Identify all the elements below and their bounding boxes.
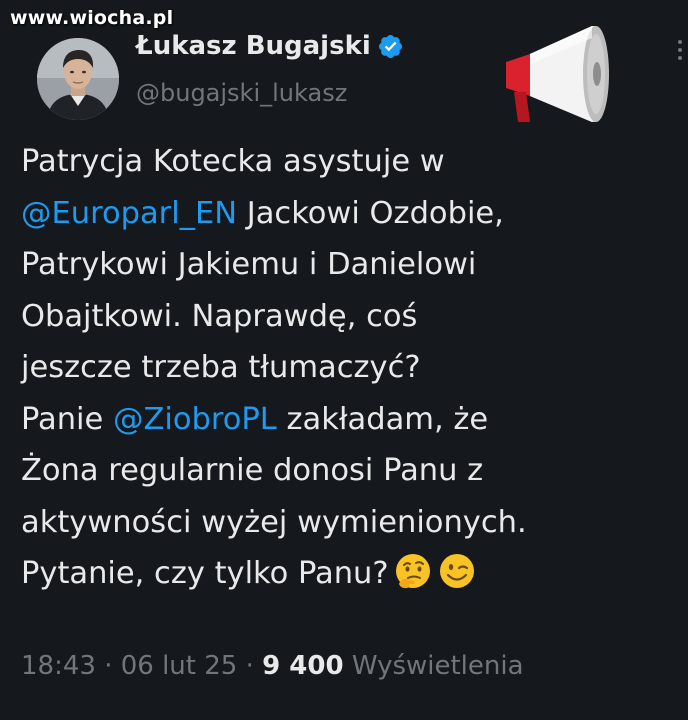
author-handle[interactable]: @bugajski_lukasz [136, 79, 347, 107]
more-options-icon[interactable] [678, 40, 682, 64]
tweet-time[interactable]: 18:43 [21, 651, 96, 681]
tweet-line: Panie @ZiobroPL zakładam, że [21, 394, 681, 446]
tweet-line: Patrycja Kotecka asystuje w [21, 136, 681, 188]
site-watermark: www.wiocha.pl [10, 7, 174, 29]
tweet-text-segment: Pytanie, czy tylko Panu? [21, 556, 389, 591]
tweet-line: @Europarl_EN Jackowi Ozdobie, [21, 188, 681, 240]
tweet-line: jeszcze trzeba tłumaczyć? [21, 342, 681, 394]
thinking-face-emoji [393, 551, 433, 591]
tweet-text: Patrycja Kotecka asystuje w @Europarl_EN… [21, 136, 681, 600]
views-label: Wyświetlenia [351, 651, 524, 681]
author-name-row[interactable]: Łukasz Bugajski [136, 31, 404, 61]
views-count: 9 400 [262, 651, 344, 681]
tweet-date[interactable]: 06 lut 25 [121, 651, 238, 681]
mention-link[interactable]: @Europarl_EN [21, 196, 237, 231]
tweet-text-segment: Obajtkowi. Naprawdę, coś [21, 298, 418, 334]
tweet-line: aktywności wyżej wymienionych. [21, 497, 681, 549]
verified-badge-icon [377, 33, 404, 60]
tweet-text-segment: jeszcze trzeba tłumaczyć? [21, 350, 421, 385]
tweet-line: Pytanie, czy tylko Panu? [21, 548, 681, 600]
tweet-text-segment: zakładam, że [276, 401, 489, 437]
author-display-name[interactable]: Łukasz Bugajski [136, 31, 371, 61]
meta-separator: · [95, 651, 121, 681]
tweet-line: Żona regularnie donosi Panu z [21, 445, 681, 497]
tweet-text-segment: Patrycja Kotecka asystuje w [21, 144, 445, 179]
mention-link[interactable]: @ZiobroPL [113, 402, 277, 437]
tweet-text-segment: Jackowi Ozdobie, [237, 195, 504, 231]
avatar-image [37, 38, 119, 120]
tweet-text-segment: Żona regularnie donosi Panu z [21, 453, 484, 488]
tweet-text-segment: Patrykowi Jakiemu i Danielowi [21, 247, 477, 282]
meta-separator: · [237, 651, 263, 681]
tweet-line: Patrykowi Jakiemu i Danielowi [21, 239, 681, 291]
winking-face-emoji [437, 551, 477, 591]
megaphone-icon [500, 18, 615, 128]
tweet-text-segment: Panie [21, 401, 113, 437]
tweet-meta: 18:43 · 06 lut 25 · 9 400 Wyświetlenia [21, 651, 524, 681]
tweet-text-segment: aktywności wyżej wymienionych. [21, 504, 527, 540]
tweet-line: Obajtkowi. Naprawdę, coś [21, 291, 681, 343]
avatar[interactable] [37, 38, 119, 120]
